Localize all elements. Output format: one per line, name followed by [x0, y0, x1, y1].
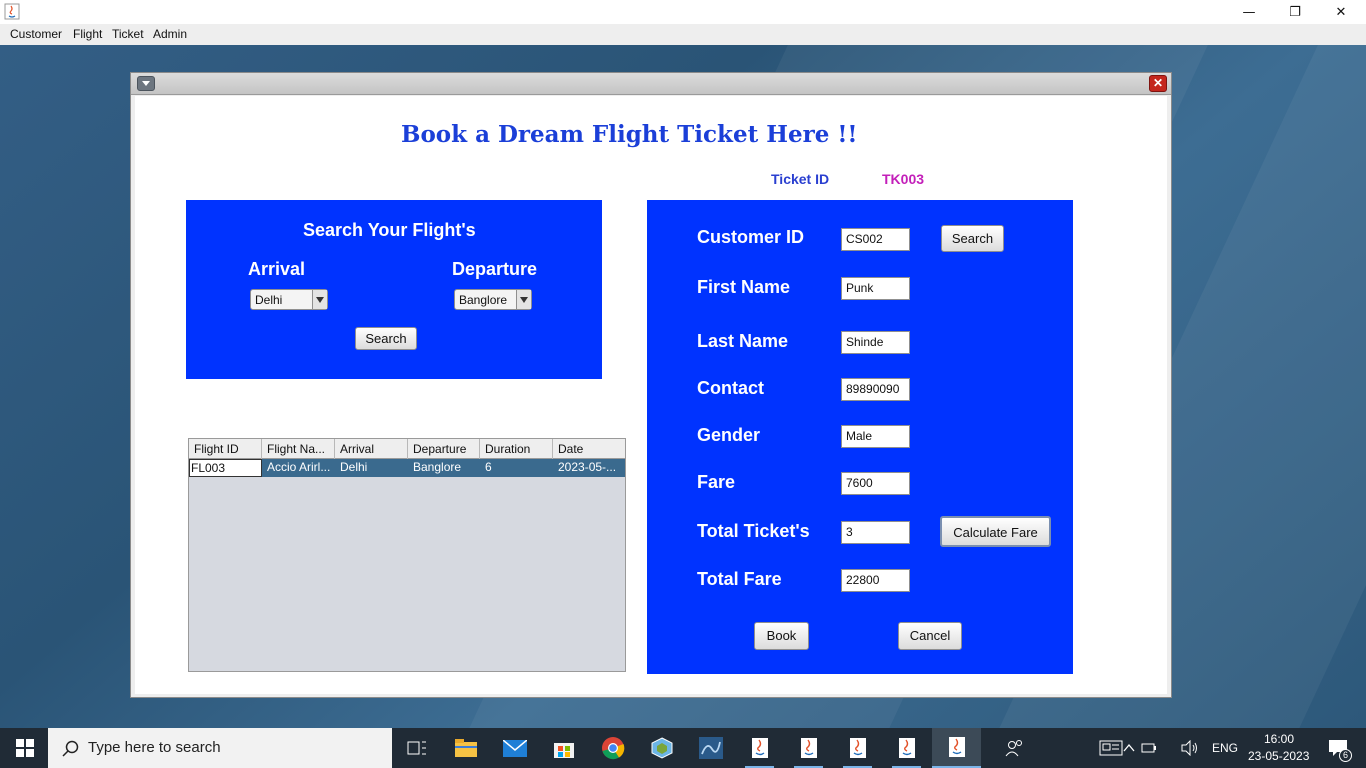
mail-icon[interactable]: [490, 728, 539, 768]
table-cell[interactable]: FL003: [189, 459, 262, 477]
table-cell[interactable]: Banglore: [408, 459, 480, 477]
first-name-field[interactable]: Punk: [841, 277, 910, 300]
java-window-icon[interactable]: [784, 728, 833, 768]
people-icon[interactable]: [990, 728, 1039, 768]
maximize-button[interactable]: ❐: [1272, 0, 1318, 24]
taskbar-search[interactable]: Type here to search: [48, 728, 392, 768]
search-panel-title: Search Your Flight's: [303, 220, 476, 240]
contact-field[interactable]: 89890090: [841, 378, 910, 401]
menu-ticket[interactable]: Ticket: [112, 27, 144, 41]
column-header[interactable]: Date: [553, 439, 625, 459]
page-title: Book a Dream Flight Ticket Here !!: [401, 121, 858, 148]
first-name-label: First Name: [697, 277, 791, 297]
last-name-field[interactable]: Shinde: [841, 331, 910, 354]
ticket-id-value: TK003: [882, 171, 925, 187]
java-window-icon[interactable]: [882, 728, 931, 768]
departure-select-value: Banglore: [459, 293, 508, 307]
flights-table[interactable]: Flight ID Flight Na... Arrival Departure…: [188, 438, 626, 672]
file-explorer-icon[interactable]: [441, 728, 490, 768]
virtualbox-icon[interactable]: [637, 728, 686, 768]
tray-icons[interactable]: [1122, 728, 1170, 768]
ticket-id-label: Ticket ID: [771, 171, 830, 187]
table-cell[interactable]: 6: [480, 459, 553, 477]
arrival-label: Arrival: [248, 259, 306, 279]
table-cell[interactable]: Accio Arirl...: [262, 459, 335, 477]
window-menu-icon[interactable]: [137, 76, 155, 91]
flight-search-panel: Search Your Flight's Arrival Departure D…: [186, 200, 602, 379]
window-close-icon[interactable]: ✕: [1149, 75, 1167, 92]
book-button[interactable]: Book: [754, 622, 809, 650]
arrival-select[interactable]: Delhi: [250, 289, 328, 310]
table-header: Flight ID Flight Na... Arrival Departure…: [189, 439, 625, 459]
volume-icon[interactable]: [1170, 728, 1210, 768]
booking-form: Book a Dream Flight Ticket Here !! Ticke…: [135, 96, 1167, 694]
total-fare-label: Total Fare: [697, 569, 782, 589]
departure-label: Departure: [452, 259, 538, 279]
taskbar: Type here to search ENG 16:00 23-05-2023…: [0, 728, 1366, 768]
column-header[interactable]: Departure: [408, 439, 480, 459]
menu-flight[interactable]: Flight: [73, 27, 102, 41]
search-icon: [62, 740, 79, 757]
table-cell[interactable]: Delhi: [335, 459, 408, 477]
java-window-icon[interactable]: [735, 728, 784, 768]
calculate-fare-button[interactable]: Calculate Fare: [940, 516, 1051, 547]
customer-id-field[interactable]: CS002: [841, 228, 910, 251]
arrival-select-value: Delhi: [255, 293, 283, 307]
column-header[interactable]: Duration: [480, 439, 553, 459]
gender-field[interactable]: Male: [841, 425, 910, 448]
column-header[interactable]: Flight Na...: [262, 439, 335, 459]
app-titlebar: — ❐ ✕: [0, 0, 1366, 24]
total-fare-field[interactable]: 22800: [841, 569, 910, 592]
start-button[interactable]: [0, 728, 49, 768]
departure-select[interactable]: Banglore: [454, 289, 532, 310]
notification-icon[interactable]: 6: [1318, 728, 1358, 768]
task-view-icon[interactable]: [392, 728, 441, 768]
fare-label: Fare: [697, 472, 736, 492]
flight-search-button[interactable]: Search: [355, 327, 417, 350]
fare-field[interactable]: 7600: [841, 472, 910, 495]
customer-search-button[interactable]: Search: [941, 225, 1004, 252]
menu-customer[interactable]: Customer: [10, 27, 62, 41]
customer-panel: Customer ID CS002 Search First Name Punk…: [647, 200, 1073, 674]
minimize-button[interactable]: —: [1226, 0, 1272, 24]
java-app-icon: [4, 3, 20, 20]
java-window-icon[interactable]: [833, 728, 882, 768]
chrome-icon[interactable]: [588, 728, 637, 768]
booking-window-titlebar[interactable]: ✕: [131, 73, 1171, 95]
column-header[interactable]: Flight ID: [189, 439, 262, 459]
total-tickets-label: Total Ticket's: [697, 521, 810, 541]
store-icon[interactable]: [539, 728, 588, 768]
customer-id-label: Customer ID: [697, 227, 805, 247]
chevron-down-icon[interactable]: [516, 290, 531, 309]
close-button[interactable]: ✕: [1318, 0, 1364, 24]
chevron-down-icon[interactable]: [312, 290, 327, 309]
menu-bar: Customer Flight Ticket Admin: [0, 24, 1366, 45]
java-window-icon[interactable]: [932, 728, 981, 768]
gender-label: Gender: [697, 425, 761, 445]
clock-date[interactable]: 23-05-2023: [1248, 749, 1309, 763]
clock-time[interactable]: 16:00: [1264, 732, 1294, 746]
contact-label: Contact: [697, 378, 764, 398]
language-indicator[interactable]: ENG: [1212, 741, 1238, 755]
menu-admin[interactable]: Admin: [153, 27, 187, 41]
total-tickets-field[interactable]: 3: [841, 521, 910, 544]
column-header[interactable]: Arrival: [335, 439, 408, 459]
table-row[interactable]: FL003 Accio Arirl... Delhi Banglore 6 20…: [189, 459, 625, 477]
table-cell[interactable]: 2023-05-...: [553, 459, 625, 477]
search-placeholder: Type here to search: [88, 739, 221, 756]
last-name-label: Last Name: [697, 331, 789, 351]
notification-count: 6: [1339, 749, 1352, 762]
mysql-workbench-icon[interactable]: [686, 728, 735, 768]
cancel-button[interactable]: Cancel: [898, 622, 962, 650]
booking-window: ✕ Book a Dream Flight Ticket Here !! Tic…: [130, 72, 1172, 698]
windows-logo-icon: [15, 739, 34, 757]
